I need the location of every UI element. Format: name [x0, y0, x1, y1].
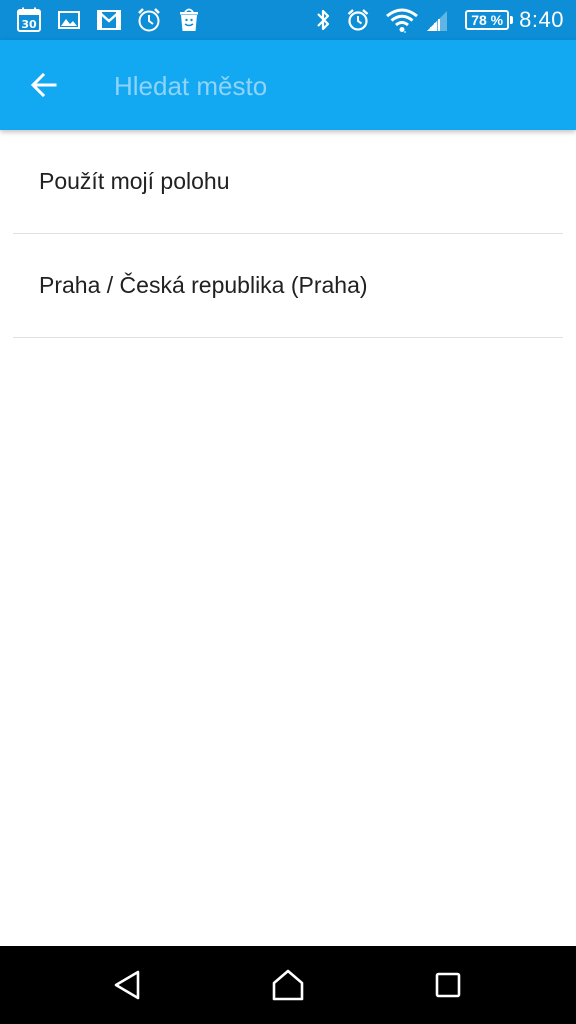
screen: 30 78 % 8:40 Hledat město Použít mojí po…: [0, 0, 576, 1024]
calendar-day-text: 30: [21, 18, 37, 31]
status-time: 8:40: [519, 7, 564, 32]
android-store-icon: [180, 8, 198, 31]
result-item-label: Praha / Česká republika (Praha): [39, 272, 368, 298]
use-my-location-item[interactable]: Použít mojí polohu: [13, 130, 563, 234]
gmail-icon: [97, 10, 121, 30]
clock-app-icon: [138, 8, 160, 32]
battery-indicator: 78 %: [465, 10, 514, 30]
battery-text: 78 %: [471, 12, 504, 28]
nav-back-button[interactable]: [106, 963, 150, 1007]
result-list: Použít mojí polohu Praha / Česká republi…: [0, 130, 576, 338]
notification-icons: 30: [16, 7, 216, 33]
calendar-icon: 30: [17, 7, 41, 32]
gallery-icon: [58, 11, 80, 29]
alarm-icon: [347, 9, 369, 31]
status-bar: 30 78 % 8:40: [0, 0, 576, 40]
result-item-label: Použít mojí polohu: [39, 168, 230, 194]
signal-icon: [427, 11, 448, 31]
back-button[interactable]: [20, 61, 68, 109]
navigation-bar: [0, 946, 576, 1024]
system-icons: 78 % 8:40: [313, 6, 564, 34]
app-bar: [0, 40, 576, 130]
home-icon: [272, 969, 304, 1001]
recents-icon: [435, 972, 461, 998]
arrow-left-icon: [30, 72, 57, 98]
nav-recents-button[interactable]: [426, 963, 470, 1007]
city-result-item[interactable]: Praha / Česká republika (Praha): [13, 234, 563, 338]
bluetooth-icon: [317, 9, 330, 31]
nav-home-button[interactable]: [266, 963, 310, 1007]
wifi-icon: [386, 8, 419, 33]
back-triangle-icon: [114, 970, 140, 1000]
search-input[interactable]: [114, 64, 554, 108]
